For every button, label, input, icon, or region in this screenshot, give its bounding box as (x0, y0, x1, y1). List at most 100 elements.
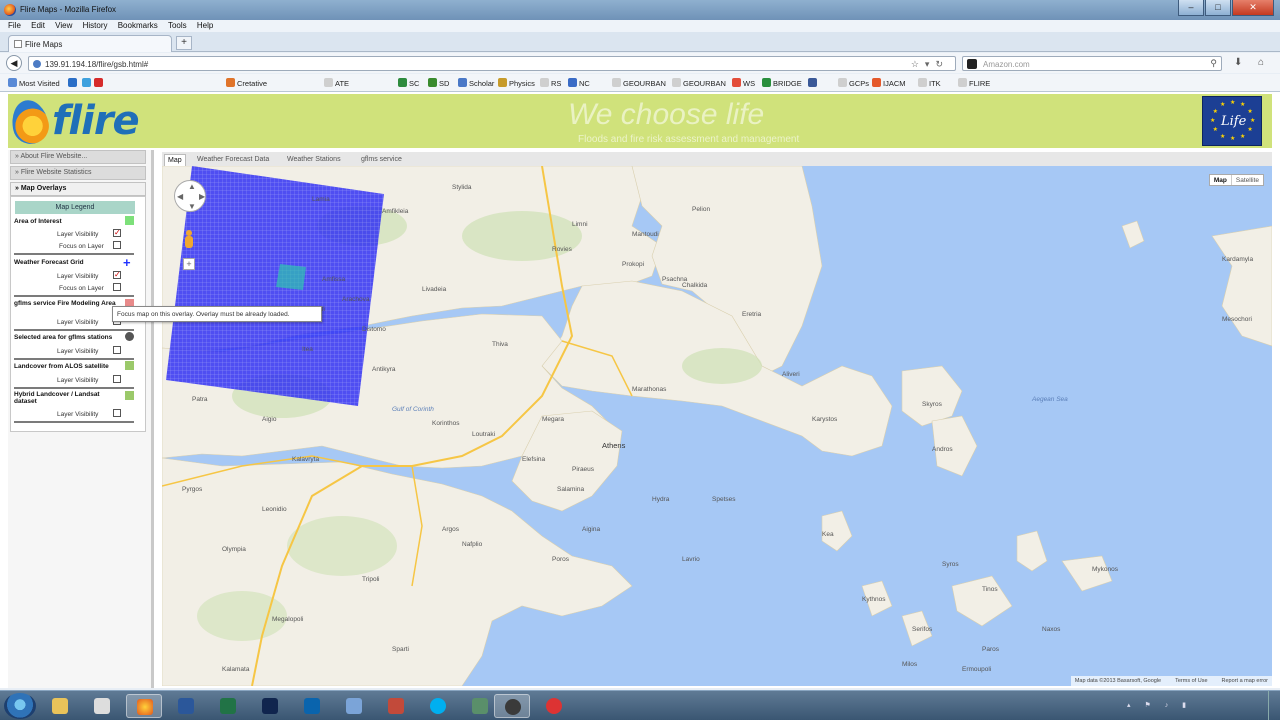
eu-star-icon: ★ (1247, 127, 1253, 133)
visibility-checkbox[interactable] (113, 228, 121, 237)
maximize-button[interactable]: □ (1205, 0, 1231, 16)
map-canvas[interactable]: ▲ ▼ ◀ ▶ + Map Satellite Lamia Stylida Amfi… (162, 166, 1272, 686)
taskbar-tool[interactable] (378, 694, 414, 718)
menu-history[interactable]: History (83, 20, 108, 32)
taskbar-excel[interactable] (210, 694, 246, 718)
accordion-statistics[interactable]: » Flire Website Statistics (10, 166, 146, 180)
bookmark-item[interactable]: Scholar (458, 78, 494, 88)
street-view-pegman-icon[interactable] (184, 230, 194, 250)
bookmark-item[interactable]: GEOURBAN (612, 78, 666, 88)
divider (14, 421, 134, 423)
start-button[interactable] (4, 693, 36, 719)
search-icon[interactable]: ⚲ (1210, 58, 1217, 69)
bookmark-label: IJACM (883, 79, 906, 88)
minimize-button[interactable]: – (1178, 0, 1204, 16)
menu-view[interactable]: View (55, 20, 72, 32)
zoom-in-button[interactable]: + (183, 258, 195, 270)
show-desktop-button[interactable] (1268, 691, 1280, 720)
bookmark-item[interactable] (808, 78, 819, 88)
accordion-about[interactable]: » About Flire Website... (10, 150, 146, 164)
tab-weather-stations[interactable]: Weather Stations (284, 154, 344, 166)
bookmark-label: SD (439, 79, 450, 88)
terms-of-use-link[interactable]: Terms of Use (1175, 676, 1207, 686)
tab-map[interactable]: Map (164, 154, 186, 166)
visibility-checkbox[interactable] (113, 375, 121, 383)
taskbar-outlook[interactable] (294, 694, 330, 718)
visibility-checkbox[interactable] (113, 409, 121, 417)
focus-checkbox[interactable] (113, 283, 121, 291)
report-map-error-link[interactable]: Report a map error (1222, 676, 1268, 686)
flire-logo[interactable]: flire (7, 94, 188, 148)
map-label-amfikleia: Amfikleia (382, 208, 409, 215)
bookmark-item[interactable] (82, 78, 93, 88)
bookmark-item[interactable]: RS (540, 78, 561, 88)
pan-control[interactable]: ▲ ▼ ◀ ▶ (174, 180, 206, 212)
menu-bookmarks[interactable]: Bookmarks (118, 20, 158, 32)
map-label-arachova: Arachova (342, 296, 370, 303)
bookmark-item[interactable] (94, 78, 105, 88)
taskbar-firefox[interactable] (126, 694, 162, 718)
url-text: 139.91.194.18/flire/gsb.html# (45, 60, 149, 69)
system-tray-icons[interactable]: ▴ ⚑ ♪ ▮ (1127, 701, 1192, 709)
taskbar-explorer[interactable] (42, 694, 78, 718)
taskbar-app[interactable] (494, 694, 530, 718)
bookmark-item[interactable]: SC (398, 78, 419, 88)
home-icon[interactable]: ⌂ (1258, 57, 1264, 68)
focus-checkbox[interactable] (113, 241, 121, 249)
bookmark-item[interactable]: GCPs (838, 78, 869, 88)
visibility-checkbox[interactable] (113, 346, 121, 354)
taskbar-editor[interactable] (462, 694, 498, 718)
back-button[interactable]: ◀ (6, 55, 22, 71)
close-button[interactable]: ✕ (1232, 0, 1274, 16)
layer-hybrid-landcover: Hybrid Landcover / Landsat dataset (14, 391, 100, 405)
bookmark-item[interactable]: ITK (918, 78, 941, 88)
map-type-control: Map Satellite (1208, 174, 1264, 186)
menu-tools[interactable]: Tools (168, 20, 187, 32)
bookmark-item[interactable]: ATE (324, 78, 349, 88)
taskbar-skype[interactable] (420, 694, 456, 718)
bookmark-item[interactable]: IJACM (872, 78, 906, 88)
taskbar-word[interactable] (168, 694, 204, 718)
accordion-map-overlays[interactable]: » Map Overlays (10, 182, 146, 196)
taskbar: ▴ ⚑ ♪ ▮ (0, 690, 1280, 720)
taskbar-recorder[interactable] (536, 694, 572, 718)
map-type-satellite[interactable]: Satellite (1232, 175, 1263, 185)
tab-flire-maps[interactable]: Flire Maps (8, 35, 172, 52)
bookmark-item[interactable]: WS (732, 78, 755, 88)
tab-gflms-service[interactable]: gflms service (358, 154, 405, 166)
bookmark-icon (732, 78, 741, 87)
bookmark-item[interactable]: FLIRE (958, 78, 990, 88)
menu-file[interactable]: File (8, 20, 21, 32)
bookmark-item[interactable]: GEOURBAN (672, 78, 726, 88)
menu-help[interactable]: Help (197, 20, 213, 32)
menu-edit[interactable]: Edit (31, 20, 45, 32)
web-page: flire We choose life Floods and fire ris… (0, 92, 1280, 688)
download-icon[interactable]: ⬇ (1234, 57, 1242, 68)
layer-alos-landcover: Landcover from ALOS satellite (14, 363, 109, 370)
window-title: Flire Maps - Mozilla Firefox (20, 5, 117, 14)
map-label-nafplio: Nafplio (462, 541, 483, 548)
bookmark-item[interactable]: Physics (498, 78, 535, 88)
taskbar-gis[interactable] (336, 694, 372, 718)
bookmark-item[interactable]: Cretative (226, 78, 267, 88)
map-label-tripoli: Tripoli (362, 576, 380, 583)
taskbar-photoshop[interactable] (252, 694, 288, 718)
new-tab-button[interactable]: + (176, 36, 192, 50)
taskbar-files[interactable] (84, 694, 120, 718)
url-bar[interactable]: 139.91.194.18/flire/gsb.html# ☆▾↻ (28, 56, 956, 71)
tab-weather-forecast-data[interactable]: Weather Forecast Data (194, 154, 272, 166)
bookmark-item[interactable]: BRIDGE (762, 78, 802, 88)
search-bar[interactable]: Amazon.com ⚲ (962, 56, 1222, 71)
bookmark-item[interactable]: Most Visited (8, 78, 60, 88)
bookmark-item[interactable] (68, 78, 79, 88)
url-actions[interactable]: ☆▾↻ (911, 59, 949, 70)
map-label-pyrgos: Pyrgos (182, 486, 203, 493)
map-label-hydra: Hydra (652, 496, 670, 503)
bookmark-item[interactable]: NC (568, 78, 590, 88)
bookmark-icon (8, 78, 17, 87)
bookmark-item[interactable]: SD (428, 78, 449, 88)
map-label-patra: Patra (192, 396, 208, 403)
map-type-map[interactable]: Map (1210, 175, 1232, 185)
eu-star-icon: ★ (1247, 109, 1253, 115)
visibility-checkbox[interactable] (113, 270, 121, 279)
